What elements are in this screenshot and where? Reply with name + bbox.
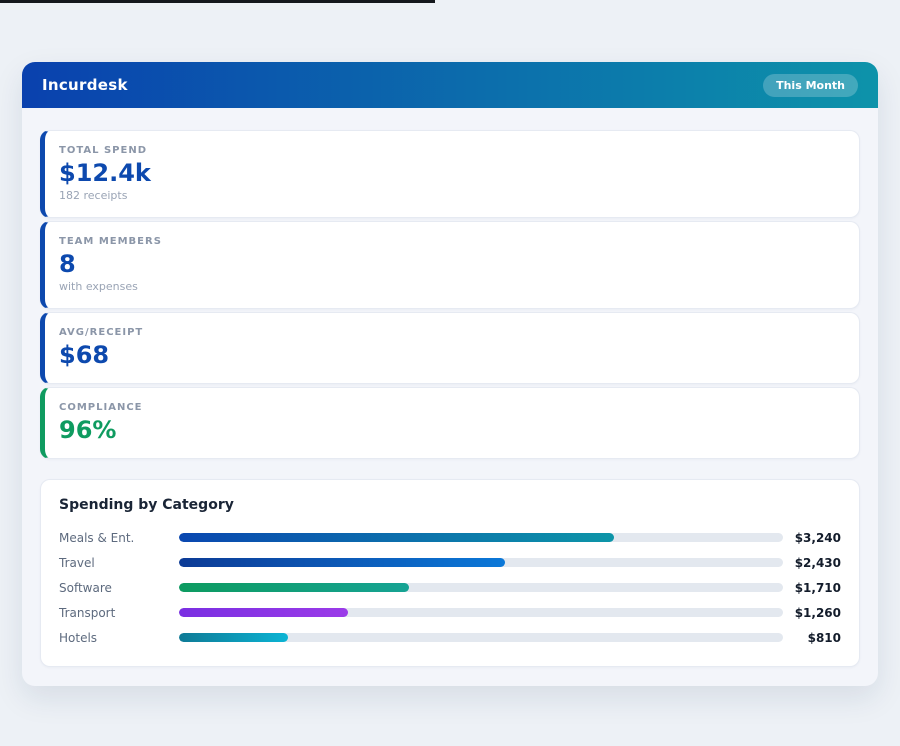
panel-content: TOTAL SPEND $12.4k 182 receipts TEAM MEM… [22,108,878,667]
stat-value: $68 [59,342,841,368]
bar-track [179,608,783,617]
bar-fill [179,533,614,542]
category-label: Software [59,581,179,595]
dashboard-panel: Incurdesk This Month TOTAL SPEND $12.4k … [22,62,878,686]
category-label: Hotels [59,631,179,645]
bar-fill [179,633,288,642]
category-label: Transport [59,606,179,620]
category-value: $2,430 [783,556,841,570]
bar-track [179,633,783,642]
bar-fill [179,608,348,617]
app-header: Incurdesk This Month [22,62,878,108]
category-value: $1,710 [783,581,841,595]
chart-row: Travel $2,430 [59,550,841,575]
stat-label: TEAM MEMBERS [59,236,841,247]
chart-row: Transport $1,260 [59,600,841,625]
bar-track [179,558,783,567]
stat-value: $12.4k [59,160,841,186]
bar-fill [179,558,505,567]
stat-card: TOTAL SPEND $12.4k 182 receipts [40,130,860,218]
bar-track [179,533,783,542]
chart-title: Spending by Category [59,497,841,513]
chart-row: Meals & Ent. $3,240 [59,525,841,550]
stat-label: AVG/RECEIPT [59,327,841,338]
chart-rows: Meals & Ent. $3,240 Travel $2,430 Softwa… [59,525,841,650]
period-badge[interactable]: This Month [763,74,858,97]
category-label: Travel [59,556,179,570]
stat-label: TOTAL SPEND [59,145,841,156]
top-strip [0,0,435,3]
chart-row: Software $1,710 [59,575,841,600]
bar-fill [179,583,409,592]
category-value: $810 [783,631,841,645]
stat-subtext: with expenses [59,280,841,293]
category-label: Meals & Ent. [59,531,179,545]
stat-card: COMPLIANCE 96% [40,387,860,459]
stats-list: TOTAL SPEND $12.4k 182 receipts TEAM MEM… [40,130,860,459]
stat-subtext: 182 receipts [59,189,841,202]
app-title: Incurdesk [42,76,128,94]
bar-track [179,583,783,592]
chart-row: Hotels $810 [59,625,841,650]
stat-value: 8 [59,251,841,277]
stat-card: AVG/RECEIPT $68 [40,312,860,384]
stat-label: COMPLIANCE [59,402,841,413]
category-value: $1,260 [783,606,841,620]
spending-chart-card: Spending by Category Meals & Ent. $3,240… [40,479,860,667]
stat-value: 96% [59,417,841,443]
stat-card: TEAM MEMBERS 8 with expenses [40,221,860,309]
category-value: $3,240 [783,531,841,545]
